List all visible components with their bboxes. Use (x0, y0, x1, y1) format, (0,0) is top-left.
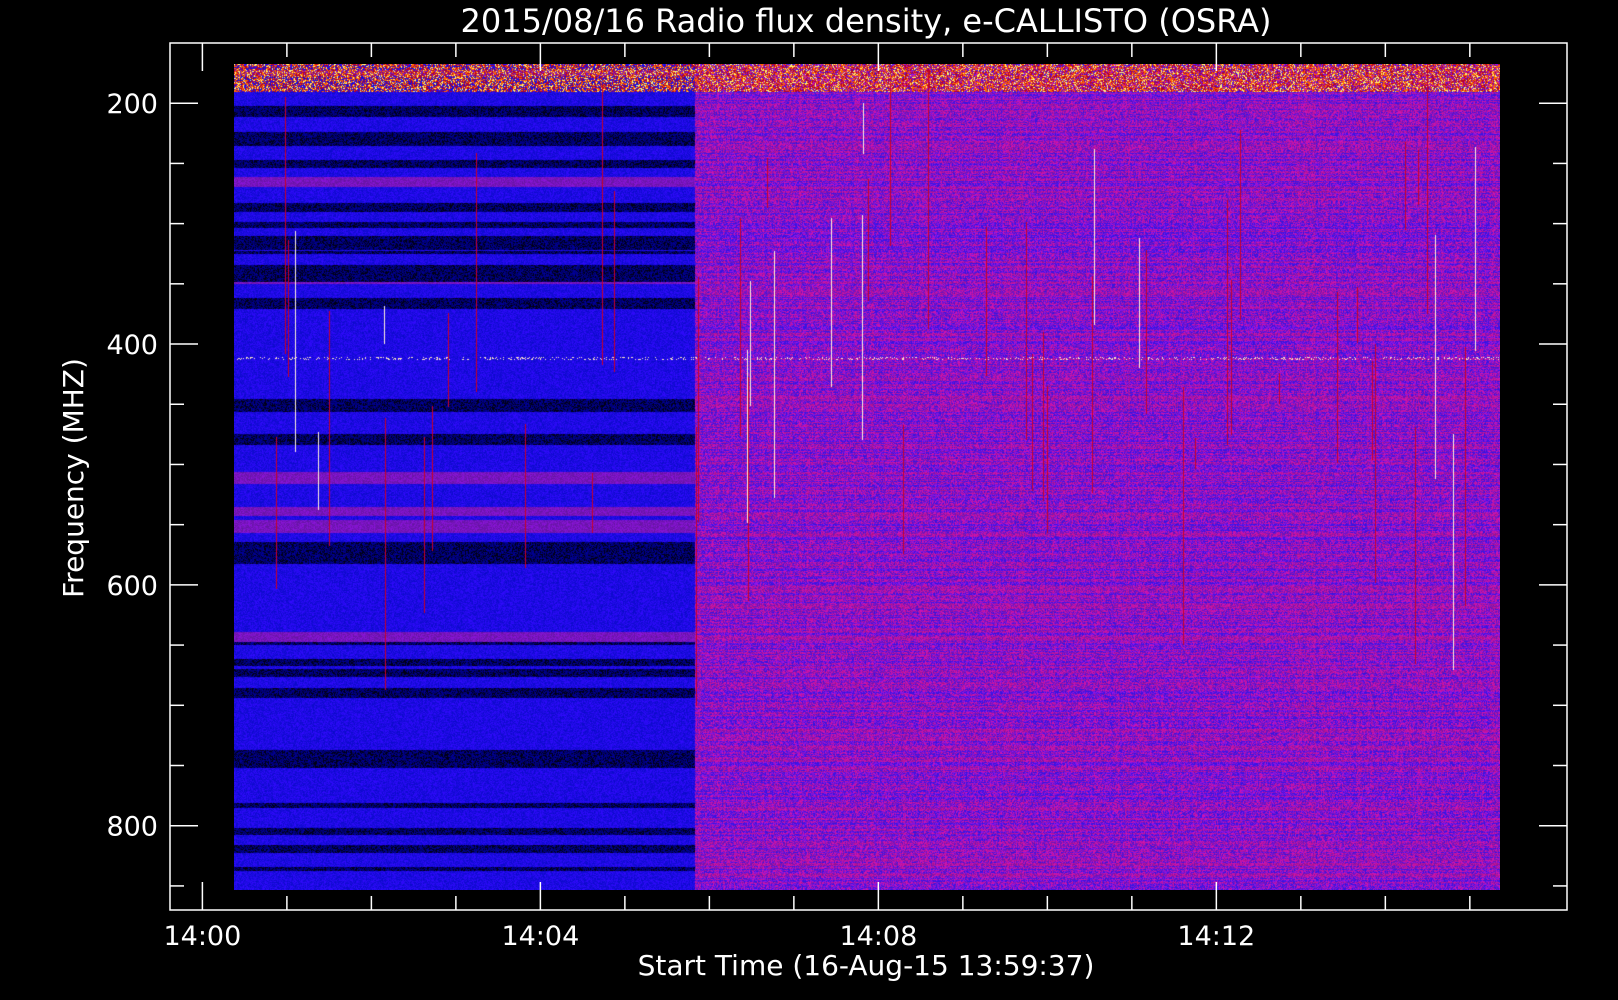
x-tick-label: 14:08 (839, 921, 917, 952)
spectrogram-chart: 2015/08/16 Radio flux density, e-CALLIST… (0, 0, 1618, 1000)
heatmap-image (234, 64, 1500, 890)
y-axis-label: Frequency (MHZ) (57, 358, 90, 598)
x-tick-label: 14:12 (1177, 921, 1255, 952)
y-tick-label: 600 (106, 571, 158, 602)
y-tick-label: 400 (106, 330, 158, 361)
x-tick-label: 14:00 (163, 921, 241, 952)
x-axis-label: Start Time (16-Aug-15 13:59:37) (638, 949, 1095, 982)
y-tick-label: 800 (106, 812, 158, 843)
chart-title: 2015/08/16 Radio flux density, e-CALLIST… (461, 2, 1272, 40)
x-tick-label: 14:04 (501, 921, 579, 952)
y-tick-label: 200 (106, 89, 158, 120)
